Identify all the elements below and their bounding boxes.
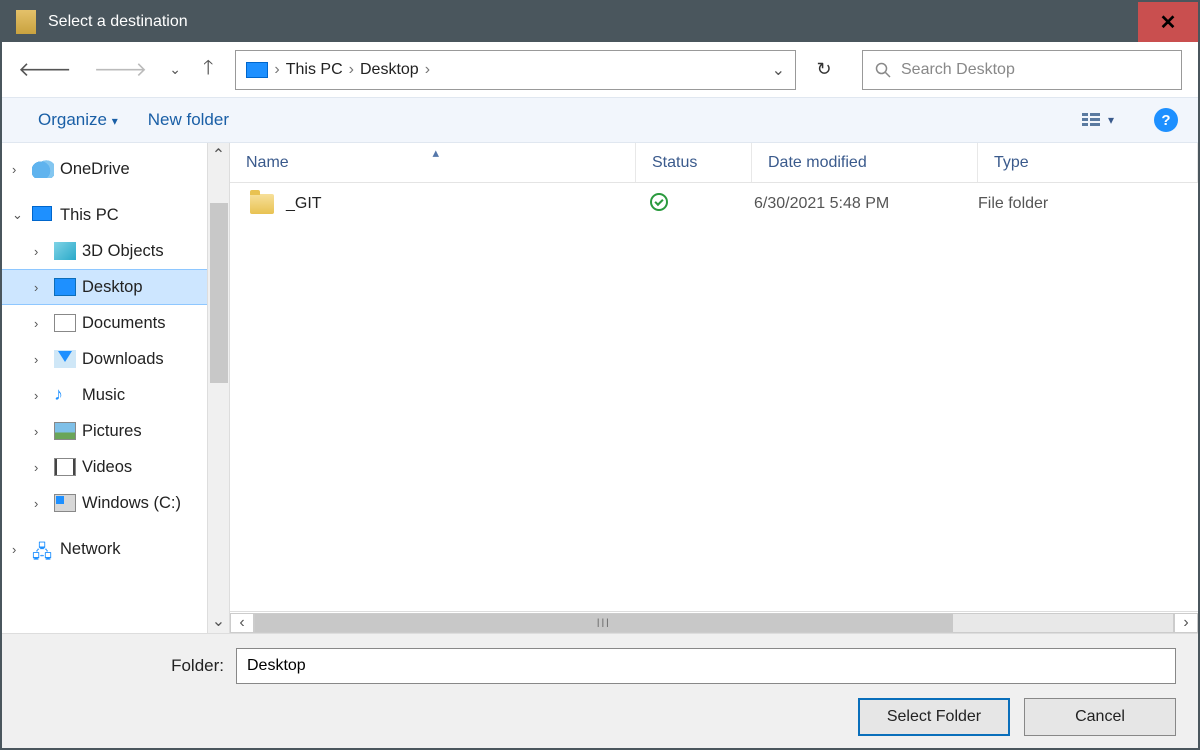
chevron-icon[interactable]: › bbox=[12, 542, 26, 557]
chevron-icon[interactable]: › bbox=[34, 388, 48, 403]
tree-item-label: 3D Objects bbox=[82, 242, 164, 261]
tree-item-videos[interactable]: › Videos bbox=[2, 449, 229, 485]
new-folder-button[interactable]: New folder bbox=[148, 110, 229, 130]
column-headers: Name▴ Status Date modified Type bbox=[230, 143, 1198, 183]
chevron-icon[interactable]: › bbox=[12, 162, 26, 177]
help-button[interactable]: ? bbox=[1154, 108, 1178, 132]
folder-icon bbox=[250, 194, 274, 214]
toolbar: Organize ▾ New folder ▾ ? bbox=[2, 97, 1198, 143]
breadcrumb-item[interactable]: Desktop bbox=[360, 61, 419, 79]
chevron-right-icon: › bbox=[274, 61, 279, 79]
scroll-thumb[interactable]: lll bbox=[255, 614, 953, 632]
horizontal-scrollbar[interactable]: ‹ lll › bbox=[230, 611, 1198, 633]
folder-name-input[interactable] bbox=[236, 648, 1176, 684]
breadcrumb-dropdown-icon[interactable]: ⌄ bbox=[772, 60, 785, 80]
chevron-right-icon: › bbox=[425, 61, 430, 79]
view-grid-icon bbox=[1082, 113, 1100, 127]
tree-item-pictures[interactable]: › Pictures bbox=[2, 413, 229, 449]
scroll-thumb[interactable] bbox=[210, 203, 228, 383]
tree-item-label: This PC bbox=[60, 206, 119, 225]
chevron-right-icon: › bbox=[349, 61, 354, 79]
titlebar: Select a destination ✕ bbox=[2, 2, 1198, 42]
tree-item-label: Windows (C:) bbox=[82, 494, 181, 513]
tree-item-downloads[interactable]: › Downloads bbox=[2, 341, 229, 377]
column-type[interactable]: Type bbox=[978, 143, 1198, 182]
scroll-left-icon[interactable]: ‹ bbox=[230, 613, 254, 633]
select-folder-button[interactable]: Select Folder bbox=[858, 698, 1010, 736]
tree-item-this-pc[interactable]: ⌄ This PC bbox=[2, 197, 229, 233]
tree-item-3d-objects[interactable]: › 3D Objects bbox=[2, 233, 229, 269]
chevron-icon[interactable]: › bbox=[34, 280, 48, 295]
recent-locations-dropdown[interactable]: ⌄ bbox=[169, 61, 181, 78]
dialog-footer: Folder: Select Folder Cancel bbox=[2, 633, 1198, 748]
tree-item-documents[interactable]: › Documents bbox=[2, 305, 229, 341]
cancel-button[interactable]: Cancel bbox=[1024, 698, 1176, 736]
pc-icon bbox=[246, 62, 268, 78]
file-row[interactable]: _GIT 6/30/2021 5:48 PMFile folder bbox=[230, 183, 1198, 225]
tree-item-label: OneDrive bbox=[60, 160, 130, 179]
tree-item-network[interactable]: ›🖧Network bbox=[2, 531, 229, 567]
organize-menu[interactable]: Organize ▾ bbox=[38, 110, 118, 130]
tree-item-label: Documents bbox=[82, 314, 165, 333]
chevron-icon[interactable]: ⌄ bbox=[12, 207, 26, 223]
file-type: File folder bbox=[978, 195, 1198, 213]
tree-item-label: Videos bbox=[82, 458, 132, 477]
file-date: 6/30/2021 5:48 PM bbox=[752, 195, 978, 213]
file-list-pane: Name▴ Status Date modified Type _GIT 6/30… bbox=[230, 143, 1198, 633]
chevron-icon[interactable]: › bbox=[34, 424, 48, 439]
chevron-icon[interactable]: › bbox=[34, 496, 48, 511]
tree-scrollbar[interactable]: ⌃ ⌄ bbox=[207, 143, 229, 633]
tree-item-label: Pictures bbox=[82, 422, 142, 441]
chevron-icon[interactable]: › bbox=[34, 316, 48, 331]
chevron-icon[interactable]: › bbox=[34, 460, 48, 475]
sync-ok-icon bbox=[650, 193, 668, 211]
tree-item-onedrive[interactable]: › OneDrive bbox=[2, 151, 229, 187]
tree-item-label: Downloads bbox=[82, 350, 164, 369]
tree-item-music[interactable]: ›♪Music bbox=[2, 377, 229, 413]
tree-item-label: Desktop bbox=[82, 278, 143, 297]
column-name[interactable]: Name▴ bbox=[230, 143, 636, 182]
file-name: _GIT bbox=[286, 195, 322, 213]
tree-item-label: Network bbox=[60, 540, 121, 559]
tree-item-desktop[interactable]: › Desktop bbox=[2, 269, 229, 305]
scroll-down-icon[interactable]: ⌄ bbox=[208, 609, 229, 633]
window-title: Select a destination bbox=[48, 13, 188, 31]
sort-asc-icon: ▴ bbox=[433, 145, 440, 161]
folder-label: Folder: bbox=[24, 656, 224, 676]
folder-app-icon bbox=[16, 10, 36, 34]
refresh-button[interactable]: ↻ bbox=[804, 50, 844, 90]
tree-item-label: Music bbox=[82, 386, 125, 405]
back-button[interactable]: 🡐 bbox=[18, 57, 72, 82]
up-button[interactable]: 🡑 bbox=[203, 53, 213, 87]
scroll-right-icon[interactable]: › bbox=[1174, 613, 1198, 633]
chevron-icon[interactable]: › bbox=[34, 352, 48, 367]
scroll-up-icon[interactable]: ⌃ bbox=[208, 143, 229, 167]
column-date[interactable]: Date modified bbox=[752, 143, 978, 182]
forward-button[interactable]: 🡒 bbox=[94, 57, 148, 82]
search-input[interactable]: Search Desktop bbox=[862, 50, 1182, 90]
search-icon bbox=[875, 62, 891, 78]
tree-item-windows-c-[interactable]: › Windows (C:) bbox=[2, 485, 229, 521]
nav-row: 🡐 🡒 ⌄ 🡑 › This PC › Desktop › ⌄ ↻ Search… bbox=[2, 42, 1198, 97]
chevron-icon[interactable]: › bbox=[34, 244, 48, 259]
view-options-button[interactable]: ▾ bbox=[1082, 113, 1114, 127]
breadcrumb-item[interactable]: This PC bbox=[286, 61, 343, 79]
column-status[interactable]: Status bbox=[636, 143, 752, 182]
folder-tree-pane: › OneDrive ⌄ This PC › 3D Objects › Desktop › Doc… bbox=[2, 143, 230, 633]
search-placeholder: Search Desktop bbox=[901, 61, 1015, 79]
close-button[interactable]: ✕ bbox=[1138, 2, 1198, 42]
breadcrumb[interactable]: › This PC › Desktop › ⌄ bbox=[235, 50, 796, 90]
